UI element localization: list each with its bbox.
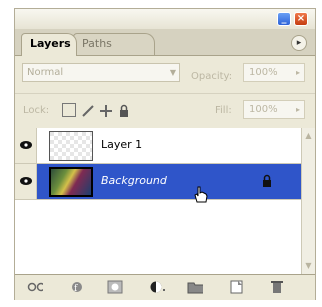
lock-icon <box>263 174 271 187</box>
layer-name: Layer 1 <box>101 138 143 151</box>
background-thumbnail <box>49 167 93 197</box>
layer-row-selected[interactable]: Background <box>15 164 301 203</box>
blend-mode-value: Normal <box>27 67 64 78</box>
blend-mode-select[interactable]: Normal ▼ <box>22 63 180 82</box>
lock-transparency-icon[interactable] <box>62 103 76 117</box>
delete-layer-icon[interactable] <box>269 280 285 294</box>
panel-title-bar[interactable]: _ × <box>15 9 315 29</box>
lock-label: Lock: <box>23 105 50 116</box>
layer-name: Background <box>101 174 167 187</box>
lock-all-icon[interactable] <box>117 103 131 117</box>
panel-menu-button[interactable]: ▸ <box>291 35 307 51</box>
panel-menu-arrow-icon: ▸ <box>296 38 302 48</box>
lock-image-icon[interactable] <box>81 103 95 117</box>
chevron-down-icon: ▼ <box>169 68 176 77</box>
visibility-toggle[interactable] <box>15 128 37 163</box>
layers-list: Layer 1 Background <box>15 128 301 274</box>
chevron-right-icon: ▸ <box>295 105 300 114</box>
adjustment-layer-icon[interactable] <box>149 280 165 294</box>
tab-layers[interactable]: Layers <box>21 33 77 56</box>
scroll-down-icon[interactable]: ▼ <box>303 260 314 272</box>
new-group-icon[interactable] <box>187 280 203 294</box>
chevron-right-icon: ▸ <box>295 68 300 77</box>
visibility-toggle[interactable] <box>15 164 37 199</box>
scroll-up-icon[interactable]: ▲ <box>303 130 314 142</box>
fill-value: 100% <box>249 104 278 115</box>
layers-toolbar: f <box>15 274 315 300</box>
eye-icon <box>20 177 32 185</box>
minimize-button[interactable]: _ <box>277 12 291 26</box>
lock-fill-row: Lock: Fill: 100% ▸ <box>15 93 315 129</box>
fill-field[interactable]: 100% ▸ <box>243 100 305 119</box>
layers-panel: _ × Layers Paths ▸ Normal ▼ Opacity: 100… <box>14 8 316 300</box>
layer-style-icon[interactable]: f <box>69 280 85 294</box>
opacity-label: Opacity: <box>191 71 233 82</box>
layer-thumbnail <box>49 131 93 161</box>
close-button[interactable]: × <box>294 12 308 26</box>
new-layer-icon[interactable] <box>229 280 245 294</box>
layer-mask-icon[interactable] <box>107 280 123 294</box>
tab-paths[interactable]: Paths <box>73 33 155 55</box>
eye-icon <box>20 141 32 149</box>
opacity-field[interactable]: 100% ▸ <box>243 63 305 82</box>
fill-label: Fill: <box>215 105 232 116</box>
link-layers-icon[interactable] <box>27 280 43 294</box>
tab-bar: Layers Paths ▸ <box>15 29 315 56</box>
opacity-value: 100% <box>249 67 278 78</box>
lock-position-icon[interactable] <box>99 103 113 117</box>
layers-scrollbar[interactable]: ▲ ▼ <box>301 128 315 274</box>
layer-row[interactable]: Layer 1 <box>15 128 301 164</box>
blend-options-row: Normal ▼ Opacity: 100% ▸ <box>15 56 315 90</box>
hand-cursor-icon <box>194 186 208 203</box>
